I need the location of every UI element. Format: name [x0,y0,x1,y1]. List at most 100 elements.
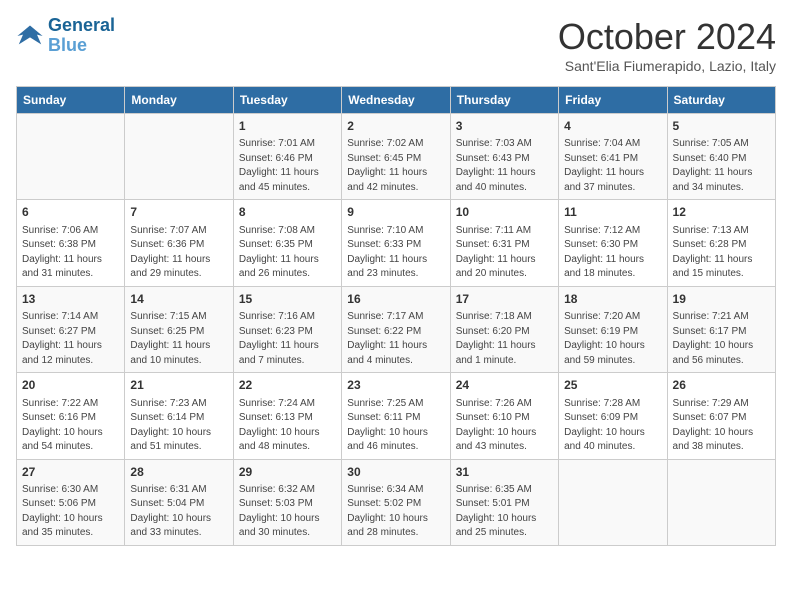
day-number: 30 [347,464,444,481]
calendar-cell: 11 Sunrise: 7:12 AM Sunset: 6:30 PM Dayli… [559,200,667,286]
title-block: October 2024 Sant'Elia Fiumerapido, Lazi… [558,16,776,74]
day-number: 15 [239,291,336,308]
calendar-cell: 6 Sunrise: 7:06 AM Sunset: 6:38 PM Daylig… [17,200,125,286]
calendar-cell: 27 Sunrise: 6:30 AM Sunset: 5:06 PM Dayli… [17,459,125,545]
day-number: 12 [673,204,770,221]
day-number: 14 [130,291,227,308]
calendar-cell [667,459,775,545]
calendar-cell: 2 Sunrise: 7:02 AM Sunset: 6:45 PM Daylig… [342,114,450,200]
day-info: Sunrise: 6:35 AM Sunset: 5:01 PM Dayligh… [456,483,553,541]
day-number: 9 [347,204,444,221]
weekday-header-tuesday: Tuesday [233,87,341,114]
day-number: 23 [347,377,444,394]
day-info: Sunrise: 7:28 AM Sunset: 6:09 PM Dayligh… [564,397,661,455]
logo: General Blue [16,16,115,56]
day-info: Sunrise: 7:16 AM Sunset: 6:23 PM Dayligh… [239,310,336,368]
calendar-week-2: 6 Sunrise: 7:06 AM Sunset: 6:38 PM Daylig… [17,200,776,286]
calendar-cell: 30 Sunrise: 6:34 AM Sunset: 5:02 PM Dayli… [342,459,450,545]
day-number: 11 [564,204,661,221]
location-subtitle: Sant'Elia Fiumerapido, Lazio, Italy [558,58,776,74]
weekday-header-friday: Friday [559,87,667,114]
day-number: 19 [673,291,770,308]
day-info: Sunrise: 6:30 AM Sunset: 5:06 PM Dayligh… [22,483,119,541]
day-number: 31 [456,464,553,481]
day-number: 13 [22,291,119,308]
calendar-cell: 4 Sunrise: 7:04 AM Sunset: 6:41 PM Daylig… [559,114,667,200]
calendar-week-3: 13Sunrise: 7:14 AM Sunset: 6:27 PM Dayli… [17,286,776,372]
calendar-cell: 31 Sunrise: 6:35 AM Sunset: 5:01 PM Dayli… [450,459,558,545]
calendar-cell: 1 Sunrise: 7:01 AM Sunset: 6:46 PM Daylig… [233,114,341,200]
calendar-cell: 13Sunrise: 7:14 AM Sunset: 6:27 PM Dayli… [17,286,125,372]
day-number: 4 [564,118,661,135]
day-info: Sunrise: 7:21 AM Sunset: 6:17 PM Dayligh… [673,310,770,368]
calendar-cell: 26Sunrise: 7:29 AM Sunset: 6:07 PM Dayli… [667,373,775,459]
day-info: Sunrise: 7:02 AM Sunset: 6:45 PM Dayligh… [347,137,444,195]
day-number: 17 [456,291,553,308]
day-info: Sunrise: 7:23 AM Sunset: 6:14 PM Dayligh… [130,397,227,455]
day-info: Sunrise: 7:07 AM Sunset: 6:36 PM Dayligh… [130,224,227,282]
day-number: 1 [239,118,336,135]
calendar-cell: 29 Sunrise: 6:32 AM Sunset: 5:03 PM Dayli… [233,459,341,545]
day-info: Sunrise: 7:18 AM Sunset: 6:20 PM Dayligh… [456,310,553,368]
day-number: 16 [347,291,444,308]
weekday-header-monday: Monday [125,87,233,114]
day-info: Sunrise: 6:31 AM Sunset: 5:04 PM Dayligh… [130,483,227,541]
month-title: October 2024 [558,16,776,58]
day-number: 22 [239,377,336,394]
page-header: General Blue October 2024 Sant'Elia Fium… [16,16,776,74]
day-info: Sunrise: 7:12 AM Sunset: 6:30 PM Dayligh… [564,224,661,282]
day-number: 28 [130,464,227,481]
day-info: Sunrise: 6:34 AM Sunset: 5:02 PM Dayligh… [347,483,444,541]
day-info: Sunrise: 6:32 AM Sunset: 5:03 PM Dayligh… [239,483,336,541]
day-info: Sunrise: 7:05 AM Sunset: 6:40 PM Dayligh… [673,137,770,195]
day-number: 25 [564,377,661,394]
day-number: 5 [673,118,770,135]
calendar-cell: 28 Sunrise: 6:31 AM Sunset: 5:04 PM Dayli… [125,459,233,545]
calendar-cell: 23 Sunrise: 7:25 AM Sunset: 6:11 PM Dayli… [342,373,450,459]
day-number: 6 [22,204,119,221]
day-info: Sunrise: 7:24 AM Sunset: 6:13 PM Dayligh… [239,397,336,455]
calendar-cell: 14Sunrise: 7:15 AM Sunset: 6:25 PM Dayli… [125,286,233,372]
day-number: 18 [564,291,661,308]
day-number: 20 [22,377,119,394]
day-number: 29 [239,464,336,481]
weekday-header-sunday: Sunday [17,87,125,114]
day-info: Sunrise: 7:10 AM Sunset: 6:33 PM Dayligh… [347,224,444,282]
day-info: Sunrise: 7:25 AM Sunset: 6:11 PM Dayligh… [347,397,444,455]
day-info: Sunrise: 7:13 AM Sunset: 6:28 PM Dayligh… [673,224,770,282]
calendar-cell [559,459,667,545]
weekday-header-thursday: Thursday [450,87,558,114]
day-number: 27 [22,464,119,481]
day-number: 3 [456,118,553,135]
calendar-cell: 19 Sunrise: 7:21 AM Sunset: 6:17 PM Dayli… [667,286,775,372]
calendar-cell [125,114,233,200]
weekday-header-saturday: Saturday [667,87,775,114]
day-info: Sunrise: 7:01 AM Sunset: 6:46 PM Dayligh… [239,137,336,195]
calendar-cell: 16 Sunrise: 7:17 AM Sunset: 6:22 PM Dayli… [342,286,450,372]
day-number: 24 [456,377,553,394]
calendar-week-1: 1 Sunrise: 7:01 AM Sunset: 6:46 PM Daylig… [17,114,776,200]
weekday-header-wednesday: Wednesday [342,87,450,114]
day-info: Sunrise: 7:26 AM Sunset: 6:10 PM Dayligh… [456,397,553,455]
day-number: 10 [456,204,553,221]
day-number: 26 [673,377,770,394]
calendar-cell: 3Sunrise: 7:03 AM Sunset: 6:43 PM Daylig… [450,114,558,200]
weekday-header-row: SundayMondayTuesdayWednesdayThursdayFrid… [17,87,776,114]
day-info: Sunrise: 7:06 AM Sunset: 6:38 PM Dayligh… [22,224,119,282]
day-number: 2 [347,118,444,135]
calendar-cell: 8Sunrise: 7:08 AM Sunset: 6:35 PM Daylig… [233,200,341,286]
calendar-cell: 20 Sunrise: 7:22 AM Sunset: 6:16 PM Dayli… [17,373,125,459]
calendar-week-5: 27 Sunrise: 6:30 AM Sunset: 5:06 PM Dayli… [17,459,776,545]
day-info: Sunrise: 7:20 AM Sunset: 6:19 PM Dayligh… [564,310,661,368]
day-info: Sunrise: 7:11 AM Sunset: 6:31 PM Dayligh… [456,224,553,282]
day-number: 7 [130,204,227,221]
calendar-cell: 25 Sunrise: 7:28 AM Sunset: 6:09 PM Dayli… [559,373,667,459]
calendar-week-4: 20 Sunrise: 7:22 AM Sunset: 6:16 PM Dayli… [17,373,776,459]
day-info: Sunrise: 7:17 AM Sunset: 6:22 PM Dayligh… [347,310,444,368]
calendar-cell: 22 Sunrise: 7:24 AM Sunset: 6:13 PM Dayli… [233,373,341,459]
calendar-cell: 12 Sunrise: 7:13 AM Sunset: 6:28 PM Dayli… [667,200,775,286]
calendar-cell: 10 Sunrise: 7:11 AM Sunset: 6:31 PM Dayli… [450,200,558,286]
day-info: Sunrise: 7:04 AM Sunset: 6:41 PM Dayligh… [564,137,661,195]
calendar-cell: 18 Sunrise: 7:20 AM Sunset: 6:19 PM Dayli… [559,286,667,372]
day-info: Sunrise: 7:22 AM Sunset: 6:16 PM Dayligh… [22,397,119,455]
